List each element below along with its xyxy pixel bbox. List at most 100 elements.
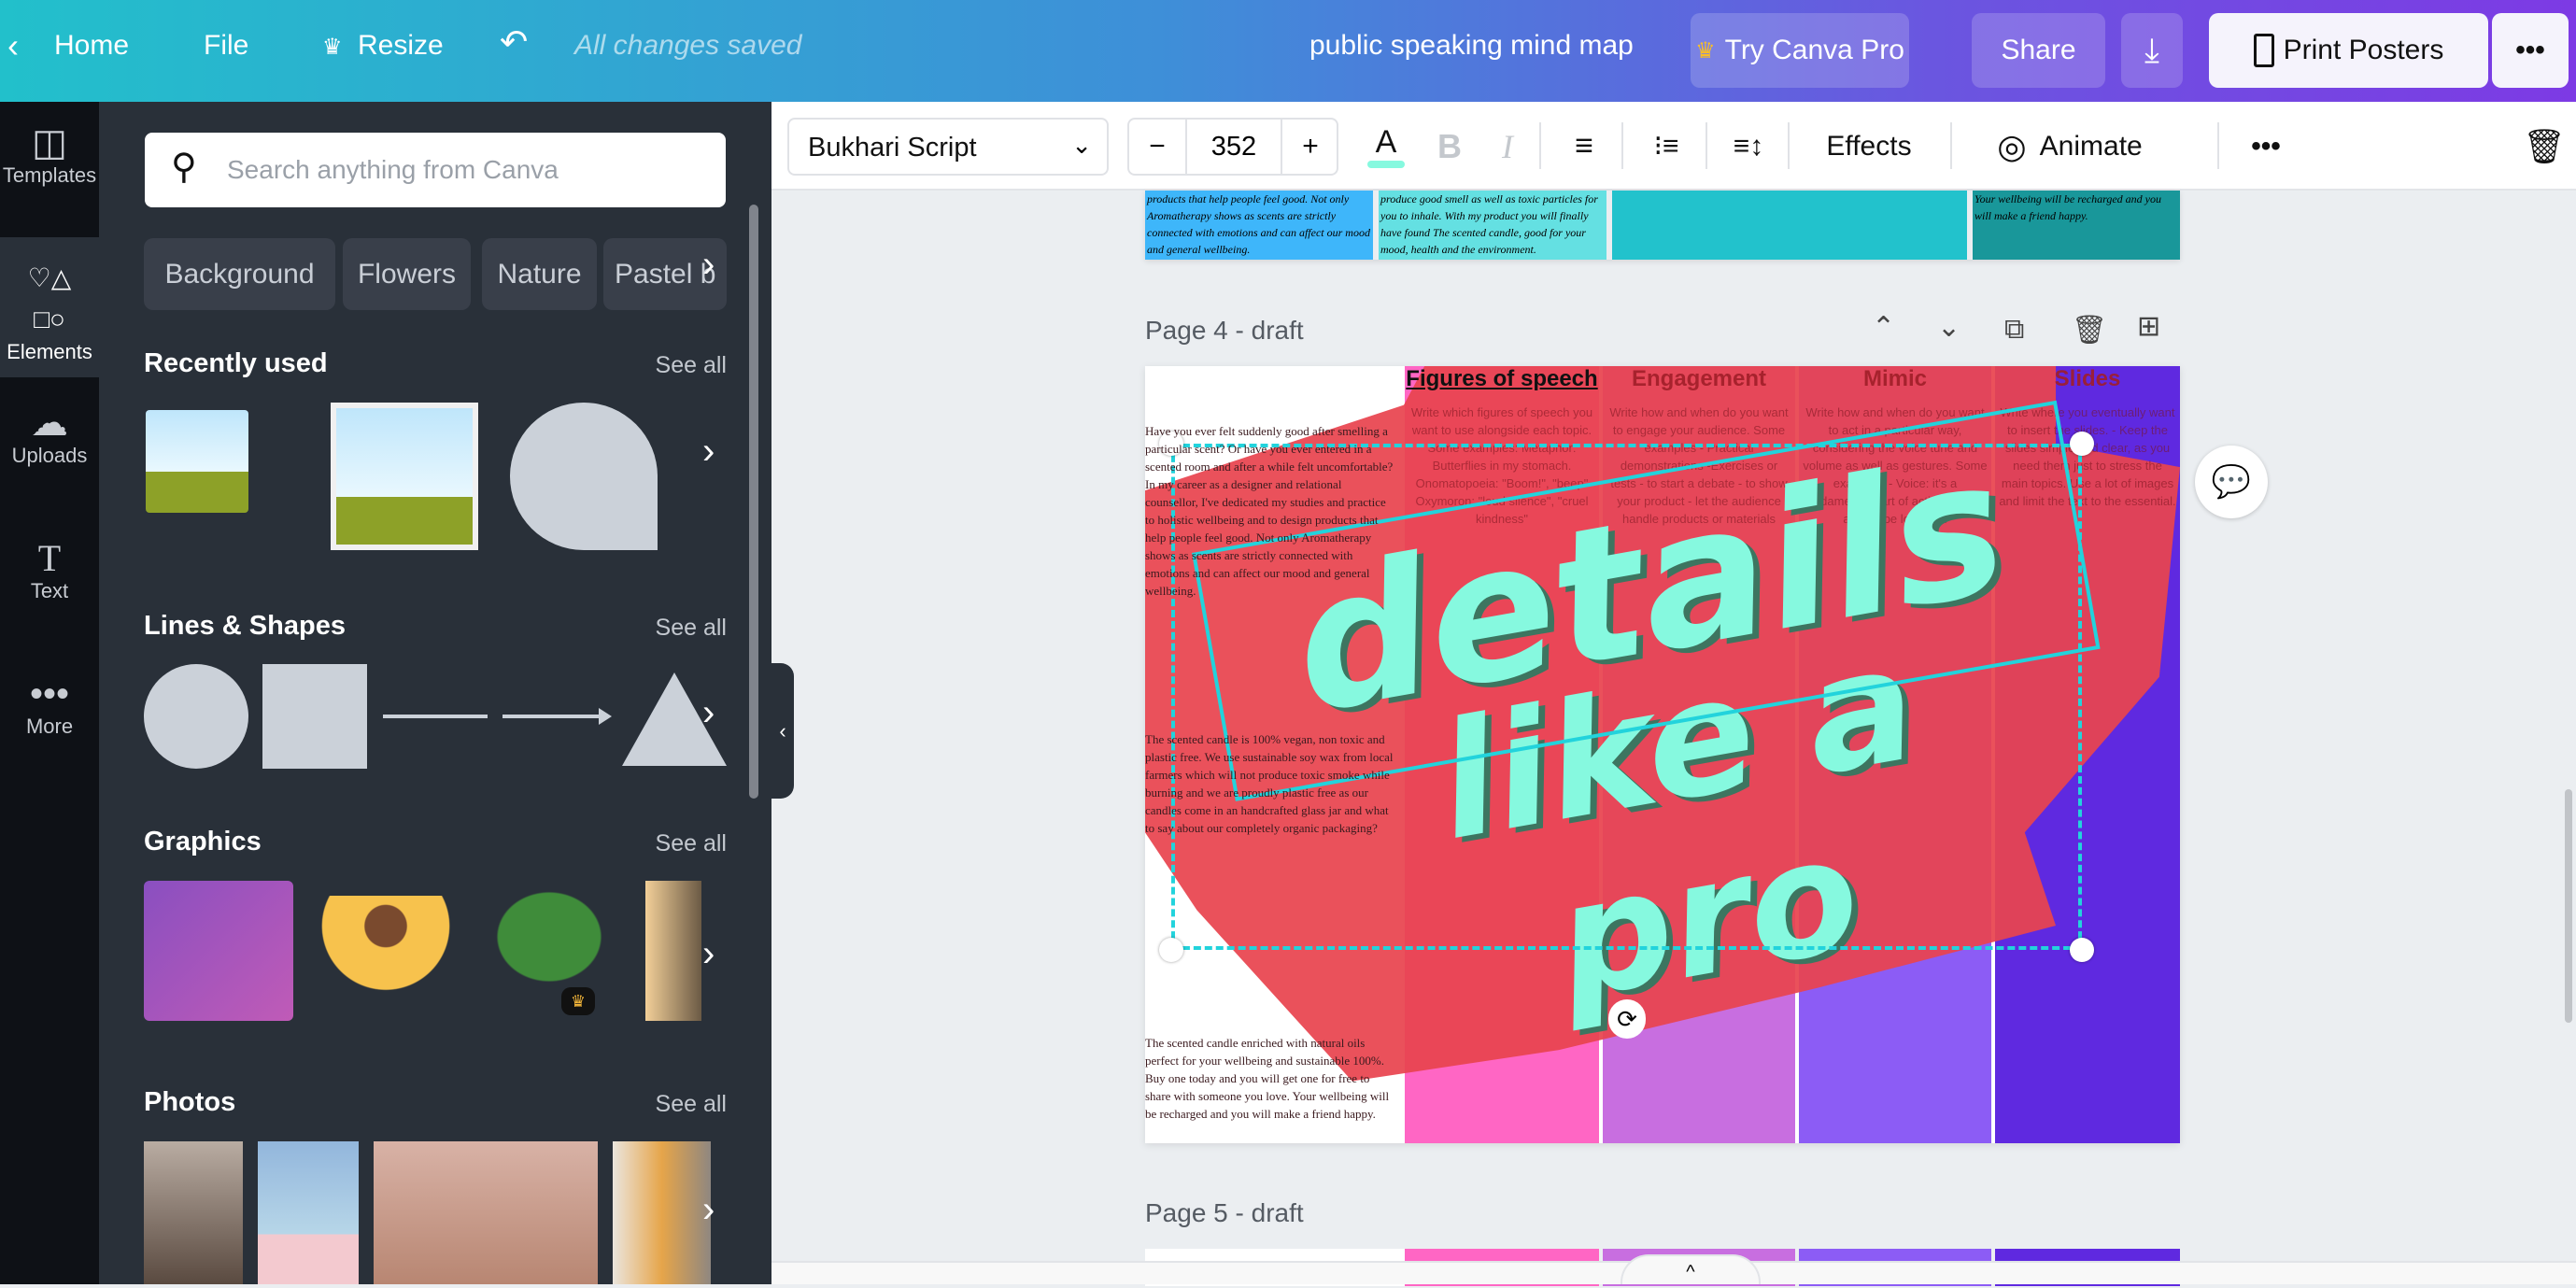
- stamp-landscape-thumb[interactable]: [331, 403, 478, 550]
- man-with-dog-graphic[interactable]: [316, 896, 456, 1017]
- file-menu[interactable]: File: [204, 30, 248, 62]
- document-title[interactable]: public speaking mind map: [1309, 30, 1634, 62]
- photo-thumb[interactable]: [258, 1141, 359, 1284]
- chip-nature[interactable]: Nature: [482, 238, 597, 310]
- home-button[interactable]: Home: [54, 30, 129, 62]
- page3-block: [1612, 191, 1967, 260]
- decrease-size-button[interactable]: −: [1129, 120, 1187, 174]
- dog-graphic[interactable]: [645, 881, 701, 1021]
- page3-text: products that help people feel good. Not…: [1145, 191, 1373, 260]
- divider: [1706, 122, 1707, 169]
- see-all-link[interactable]: See all: [656, 615, 727, 642]
- heading-engagement: Engagement: [1603, 366, 1795, 392]
- text-toolbar: Bukhari Script ⌄ − 352 + A B I ≡ ⁝≡ ≡↕ E…: [771, 102, 2576, 191]
- text-color-button[interactable]: A: [1360, 102, 1412, 191]
- arrow-line-shape[interactable]: [502, 715, 603, 718]
- increase-size-button[interactable]: +: [1281, 120, 1338, 174]
- square-shape[interactable]: [262, 664, 367, 769]
- rotate-handle-icon[interactable]: ⟳: [1608, 999, 1646, 1039]
- duplicate-page-icon[interactable]: ⧉: [2004, 314, 2024, 346]
- add-page-icon[interactable]: ⊞: [2137, 310, 2160, 343]
- chip-background[interactable]: Background: [144, 238, 335, 310]
- photo-thumb[interactable]: [374, 1141, 598, 1284]
- rail-elements[interactable]: ♡△□○Elements: [0, 237, 99, 377]
- text-color-icon: A: [1376, 124, 1397, 161]
- section-graphics: Graphics: [144, 827, 262, 857]
- search-input[interactable]: ⚲ Search anything from Canva: [145, 133, 726, 207]
- panel-scrollbar[interactable]: [749, 205, 758, 799]
- rail-label: Uploads: [12, 444, 88, 467]
- poster-icon: [2254, 34, 2274, 67]
- teardrop-shape-thumb[interactable]: [510, 403, 658, 550]
- chevron-right-icon[interactable]: ›: [702, 933, 715, 975]
- chevron-right-icon[interactable]: ›: [702, 1189, 715, 1231]
- canvas-scrollbar[interactable]: [2565, 789, 2572, 1023]
- resize-handle-br[interactable]: [2070, 938, 2094, 962]
- trash-icon[interactable]: 🗑: [2516, 102, 2572, 191]
- list-icon[interactable]: ⁝≡: [1638, 102, 1694, 191]
- try-canva-pro-button[interactable]: ♛ Try Canva Pro: [1691, 13, 1909, 88]
- brush-landscape-thumb[interactable]: [146, 410, 248, 513]
- chevron-right-icon[interactable]: ›: [702, 244, 715, 286]
- heading-figures-of-speech: Figures of speech: [1405, 366, 1599, 392]
- photo-thumb[interactable]: [144, 1141, 243, 1284]
- search-icon: ⚲: [171, 146, 197, 188]
- rail-text[interactable]: TText: [0, 517, 99, 648]
- see-all-link[interactable]: See all: [656, 1091, 727, 1118]
- back-chevron-icon[interactable]: ‹: [7, 26, 19, 65]
- resize-button[interactable]: Resize: [358, 30, 444, 62]
- add-comment-icon[interactable]: 💬: [2195, 446, 2268, 518]
- resize-handle-tr[interactable]: [2070, 432, 2094, 456]
- heading-mimic: Mimic: [1799, 366, 1991, 392]
- page-3-canvas[interactable]: products that help people feel good. Not…: [1145, 191, 2180, 260]
- italic-button[interactable]: I: [1481, 102, 1534, 191]
- expand-pages-button[interactable]: ^: [1621, 1254, 1761, 1284]
- divider: [1950, 122, 1952, 169]
- more-options-button[interactable]: •••: [2492, 13, 2569, 88]
- share-button[interactable]: Share: [1972, 13, 2105, 88]
- font-name: Bukhari Script: [808, 133, 977, 163]
- rail-label: More: [26, 715, 73, 738]
- move-up-icon[interactable]: ⌃: [1872, 311, 1895, 344]
- font-dropdown[interactable]: Bukhari Script ⌄: [787, 118, 1109, 176]
- rail-more[interactable]: •••More: [0, 653, 99, 784]
- bold-button[interactable]: B: [1423, 102, 1476, 191]
- print-posters-button[interactable]: Print Posters: [2209, 13, 2488, 88]
- rail-uploads[interactable]: ☁Uploads: [0, 382, 99, 513]
- rail-label: Templates: [3, 163, 96, 187]
- font-size-input[interactable]: 352: [1187, 120, 1281, 174]
- effects-button[interactable]: Effects: [1799, 102, 1939, 191]
- section-lines-shapes: Lines & Shapes: [144, 611, 346, 642]
- chevron-right-icon[interactable]: ›: [702, 692, 715, 734]
- people-toast-graphic[interactable]: [144, 881, 293, 1021]
- crown-icon: ♛: [1695, 37, 1716, 64]
- templates-icon: ◫: [0, 122, 99, 163]
- chip-flowers[interactable]: Flowers: [343, 238, 471, 310]
- divider: [1621, 122, 1623, 169]
- align-center-icon[interactable]: ≡: [1556, 102, 1612, 191]
- rail-templates[interactable]: ◫Templates: [0, 102, 99, 233]
- spacing-icon[interactable]: ≡↕: [1720, 102, 1777, 191]
- try-pro-label: Try Canva Pro: [1725, 35, 1904, 66]
- page3-text: produce good smell as well as toxic part…: [1379, 191, 1606, 260]
- photo-thumb[interactable]: [613, 1141, 711, 1284]
- collapse-panel-button[interactable]: ‹: [771, 663, 794, 799]
- circle-shape[interactable]: [144, 664, 248, 769]
- undo-icon[interactable]: ↶: [500, 22, 528, 62]
- divider: [2217, 122, 2219, 169]
- intro-text: Have you ever felt suddenly good after s…: [1145, 422, 1397, 600]
- text-color-swatch: [1367, 161, 1405, 168]
- divider: [1539, 122, 1541, 169]
- chevron-right-icon[interactable]: ›: [702, 431, 715, 473]
- monstera-leaf-graphic[interactable]: [484, 881, 615, 993]
- line-shape[interactable]: [383, 715, 488, 718]
- see-all-link[interactable]: See all: [656, 830, 727, 857]
- delete-page-icon[interactable]: 🗑: [2072, 314, 2107, 347]
- animate-button[interactable]: ◎Animate: [1967, 102, 2173, 191]
- more-icon[interactable]: •••: [2238, 102, 2294, 191]
- download-icon[interactable]: ⤓: [2121, 13, 2183, 88]
- move-down-icon[interactable]: ⌄: [1937, 311, 1960, 344]
- resize-handle-bl[interactable]: [1159, 938, 1183, 962]
- see-all-link[interactable]: See all: [656, 352, 727, 379]
- divider: [1788, 122, 1790, 169]
